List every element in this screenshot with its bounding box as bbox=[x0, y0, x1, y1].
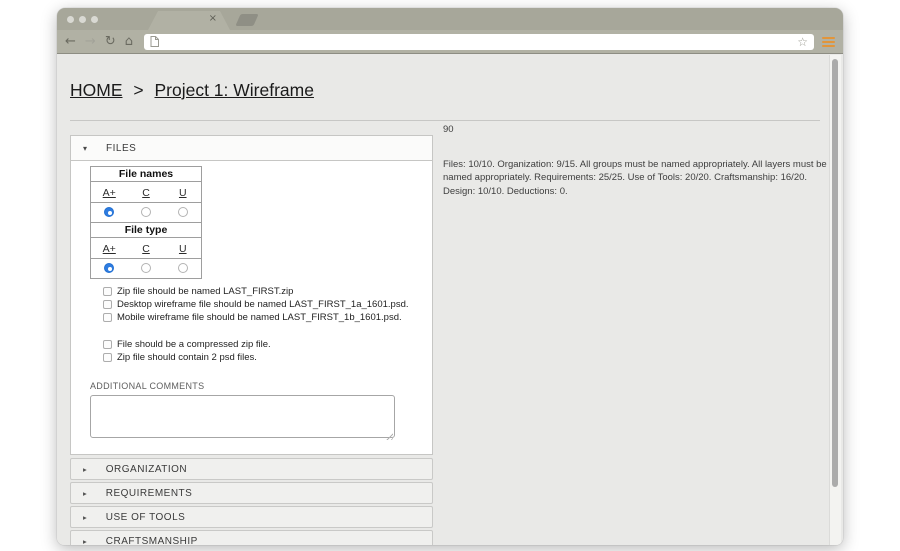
checkbox-label: Zip file should be named LAST_FIRST.zip bbox=[117, 286, 293, 297]
hamburger-bar bbox=[822, 41, 835, 43]
checklist-filetype: File should be a compressed zip file. Zi… bbox=[103, 338, 432, 364]
checklist-item: File should be a compressed zip file. bbox=[103, 338, 432, 351]
comments-textarea-wrap bbox=[90, 395, 395, 443]
checkbox-label: Zip file should contain 2 psd files. bbox=[117, 352, 257, 363]
address-input[interactable] bbox=[164, 36, 797, 48]
checklist-item: Mobile wireframe file should be named LA… bbox=[103, 311, 432, 324]
additional-comments-input[interactable] bbox=[90, 395, 395, 438]
grade-link-aplus[interactable]: A+ bbox=[103, 243, 116, 255]
hamburger-bar bbox=[822, 45, 835, 47]
grade-link-u[interactable]: U bbox=[179, 187, 187, 199]
checkbox[interactable] bbox=[103, 300, 112, 309]
menu-hamburger-icon[interactable] bbox=[822, 37, 835, 47]
header-divider bbox=[70, 120, 820, 121]
window-close-button[interactable] bbox=[67, 16, 74, 23]
breadcrumb-current-link[interactable]: Project 1: Wireframe bbox=[154, 80, 313, 100]
window-minimize-button[interactable] bbox=[79, 16, 86, 23]
grade-link-c[interactable]: C bbox=[142, 243, 150, 255]
browser-tabstrip: × bbox=[57, 8, 843, 30]
bookmark-star-icon[interactable]: ☆ bbox=[797, 35, 808, 49]
screenshot-stage: × ← → ↻ ⌂ ☆ bbox=[0, 0, 900, 551]
hamburger-bar bbox=[822, 37, 835, 39]
forward-icon[interactable]: → bbox=[85, 35, 96, 48]
radio-aplus-selected[interactable] bbox=[104, 207, 114, 217]
section-label: USE OF TOOLS bbox=[106, 512, 186, 523]
radio-u[interactable] bbox=[178, 263, 188, 273]
score-value: 90 bbox=[443, 124, 454, 135]
breadcrumb-separator: > bbox=[133, 80, 143, 100]
section-header-files[interactable]: ▾ FILES bbox=[70, 135, 433, 161]
address-bar[interactable]: ☆ bbox=[144, 34, 814, 50]
checkbox[interactable] bbox=[103, 340, 112, 349]
radio-u[interactable] bbox=[178, 207, 188, 217]
additional-comments-label: ADDITIONAL COMMENTS bbox=[90, 381, 432, 391]
back-icon[interactable]: ← bbox=[65, 35, 76, 48]
grade-link-aplus[interactable]: A+ bbox=[103, 187, 116, 199]
page-content: HOME > Project 1: Wireframe 90 Files: 10… bbox=[57, 55, 843, 545]
breadcrumb: HOME > Project 1: Wireframe bbox=[70, 80, 314, 101]
checklist-naming: Zip file should be named LAST_FIRST.zip … bbox=[103, 285, 432, 324]
files-section-body: File names A+ C U bbox=[70, 161, 433, 455]
expanded-triangle-icon: ▾ bbox=[83, 144, 87, 153]
grade-tables: File names A+ C U bbox=[90, 161, 432, 279]
browser-window: × ← → ↻ ⌂ ☆ bbox=[57, 8, 843, 545]
checkbox-label: File should be a compressed zip file. bbox=[117, 339, 271, 350]
section-label: FILES bbox=[106, 143, 136, 154]
checkbox-label: Mobile wireframe file should be named LA… bbox=[117, 312, 402, 323]
rubric-accordion: ▾ FILES File names A+ C U bbox=[70, 135, 433, 545]
checkbox[interactable] bbox=[103, 313, 112, 322]
checklist-item: Desktop wireframe file should be named L… bbox=[103, 298, 432, 311]
grade-table-file-names: File names A+ C U bbox=[90, 166, 202, 223]
grade-link-u[interactable]: U bbox=[179, 243, 187, 255]
section-header-craftsmanship[interactable]: ▸ CRAFTSMANSHIP bbox=[70, 530, 433, 545]
grade-link-c[interactable]: C bbox=[142, 187, 150, 199]
section-header-organization[interactable]: ▸ ORGANIZATION bbox=[70, 458, 433, 480]
window-zoom-button[interactable] bbox=[91, 16, 98, 23]
reload-icon[interactable]: ↻ bbox=[105, 35, 116, 48]
collapsed-triangle-icon: ▸ bbox=[83, 513, 87, 522]
section-label: REQUIREMENTS bbox=[106, 488, 193, 499]
home-icon[interactable]: ⌂ bbox=[125, 35, 133, 48]
checklist-item: Zip file should be named LAST_FIRST.zip bbox=[103, 285, 432, 298]
new-tab-button[interactable] bbox=[235, 14, 258, 26]
grade-summary-text: Files: 10/10. Organization: 9/15. All gr… bbox=[443, 158, 827, 198]
grade-table-title: File type bbox=[91, 223, 202, 238]
section-label: ORGANIZATION bbox=[106, 464, 187, 475]
page-document-icon bbox=[150, 36, 159, 47]
section-header-use-of-tools[interactable]: ▸ USE OF TOOLS bbox=[70, 506, 433, 528]
section-label: CRAFTSMANSHIP bbox=[106, 536, 198, 546]
checkbox-label: Desktop wireframe file should be named L… bbox=[117, 299, 409, 310]
grade-table-title: File names bbox=[91, 167, 202, 182]
page-scrollbar-track[interactable] bbox=[829, 55, 841, 545]
checkbox[interactable] bbox=[103, 353, 112, 362]
radio-c[interactable] bbox=[141, 263, 151, 273]
radio-aplus-selected[interactable] bbox=[104, 263, 114, 273]
breadcrumb-home-link[interactable]: HOME bbox=[70, 80, 123, 100]
radio-c[interactable] bbox=[141, 207, 151, 217]
checkbox[interactable] bbox=[103, 287, 112, 296]
page-scrollbar-thumb[interactable] bbox=[832, 59, 838, 487]
tab-close-icon[interactable]: × bbox=[209, 13, 217, 24]
collapsed-triangle-icon: ▸ bbox=[83, 537, 87, 546]
grade-table-file-type: File type A+ C U bbox=[90, 222, 202, 279]
browser-tab[interactable]: × bbox=[148, 11, 230, 30]
checklist-item: Zip file should contain 2 psd files. bbox=[103, 351, 432, 364]
section-header-requirements[interactable]: ▸ REQUIREMENTS bbox=[70, 482, 433, 504]
collapsed-triangle-icon: ▸ bbox=[83, 465, 87, 474]
browser-toolbar: ← → ↻ ⌂ ☆ bbox=[57, 30, 843, 54]
collapsed-triangle-icon: ▸ bbox=[83, 489, 87, 498]
